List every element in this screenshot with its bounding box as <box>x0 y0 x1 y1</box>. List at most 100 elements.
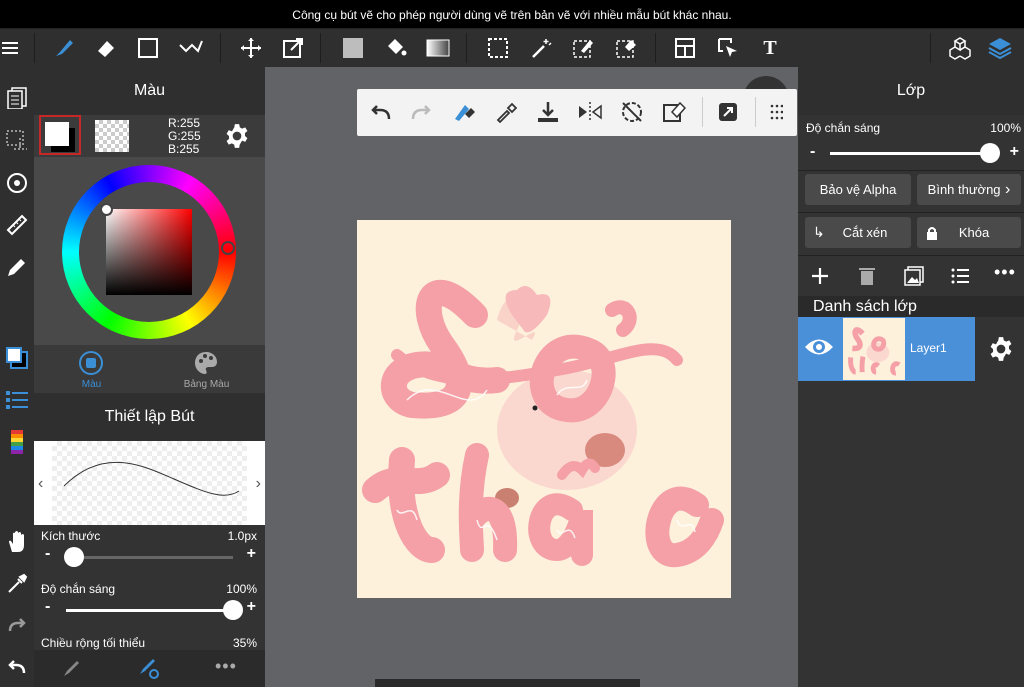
brush-size-value: 1.0px <box>227 529 257 543</box>
canvas-status-bar <box>375 679 640 687</box>
brush-opacity-plus[interactable]: + <box>247 598 256 616</box>
visibility-eye-icon[interactable] <box>804 335 834 364</box>
tooltip-banner: Công cụ bút vẽ cho phép người dùng vẽ tr… <box>0 0 1024 28</box>
layer-image-icon[interactable] <box>904 266 924 291</box>
chevron-left-icon[interactable]: ‹ <box>38 475 43 493</box>
hue-picker-handle[interactable] <box>221 241 235 255</box>
eyedropper-icon[interactable] <box>0 567 34 601</box>
select-pen-icon[interactable] <box>566 29 600 67</box>
brush-opacity-knob[interactable] <box>223 600 243 620</box>
brush-size-knob[interactable] <box>64 547 85 567</box>
brush-opacity-minus[interactable]: - <box>45 598 50 616</box>
eyedropper-float-icon[interactable] <box>489 95 523 129</box>
delete-layer-icon[interactable] <box>858 266 876 291</box>
layer-thumbnail <box>843 318 905 380</box>
correction-tool-icon[interactable] <box>174 29 208 67</box>
secondary-color-swatch[interactable] <box>95 120 129 152</box>
brush-size-minus[interactable]: - <box>45 545 50 563</box>
tab-color-label: Màu <box>81 379 102 390</box>
layer-opacity-knob[interactable] <box>980 143 1000 163</box>
layer-opacity-label: Độ chắn sáng <box>806 121 881 135</box>
chevron-right-icon: › <box>1000 181 1011 198</box>
clipping-arrow-icon: ↳ <box>813 224 825 240</box>
pen-tool-icon[interactable] <box>47 29 81 67</box>
brush-list-icon[interactable] <box>0 383 34 417</box>
color-tab-icon <box>79 351 103 375</box>
rect-shape-tool-icon[interactable] <box>131 29 165 67</box>
add-layer-icon[interactable] <box>810 266 830 291</box>
color-swatches: R:255 G:255 B:255 <box>34 115 265 157</box>
brush-opacity-slider[interactable]: Độ chắn sáng 100% - + <box>34 578 265 630</box>
3d-material-icon[interactable] <box>943 29 977 67</box>
saturation-square[interactable] <box>106 209 192 295</box>
layer-more-icon[interactable]: ••• <box>994 262 1016 283</box>
tab-palette[interactable]: Bảng Màu <box>149 345 264 393</box>
bucket-tool-icon[interactable] <box>379 29 413 67</box>
artboard[interactable] <box>357 220 731 598</box>
hand-tool-icon[interactable] <box>0 525 34 559</box>
gradient-tool-icon[interactable] <box>421 29 455 67</box>
layer-row[interactable]: Layer1 <box>798 317 975 381</box>
fill-color-icon[interactable] <box>336 29 370 67</box>
blend-mode-select[interactable]: Bình thường › <box>917 174 1021 205</box>
rotate-canvas-icon[interactable] <box>0 166 34 200</box>
min-width-row[interactable]: Chiều rộng tối thiểu 35% <box>34 633 265 650</box>
fullscreen-icon[interactable] <box>711 95 745 129</box>
layer-actions: ••• <box>798 260 1024 296</box>
move-tool-icon[interactable] <box>234 29 268 67</box>
reset-rotation-icon[interactable] <box>615 95 649 129</box>
brush-opacity-label: Độ chắn sáng <box>41 582 116 596</box>
redo-float-icon[interactable] <box>405 95 439 129</box>
operation-tool-icon[interactable] <box>711 29 745 67</box>
layer-opacity-minus[interactable]: - <box>810 143 815 161</box>
left-sidebar <box>0 67 34 687</box>
undo-float-icon[interactable] <box>363 95 397 129</box>
alpha-protect-button[interactable]: Bảo vệ Alpha <box>805 174 911 205</box>
magic-wand-icon[interactable] <box>524 29 558 67</box>
brush-settings-tab-icon[interactable] <box>138 658 160 685</box>
brush-size-slider[interactable]: Kích thước 1.0px - + <box>34 525 265 577</box>
artwork-letter-s <box>380 279 510 419</box>
more-options-icon[interactable]: ••• <box>215 656 237 677</box>
clear-layer-icon[interactable] <box>657 95 691 129</box>
text-tool-icon[interactable]: T <box>753 29 787 67</box>
brush-tab-icon[interactable] <box>62 658 82 683</box>
layer-settings-gear-icon[interactable] <box>988 336 1014 367</box>
color-settings-gear-icon[interactable] <box>224 123 250 154</box>
clipping-button[interactable]: ↳ Cắt xén <box>805 217 911 248</box>
ruler-icon[interactable] <box>0 208 34 242</box>
layer-opacity-plus[interactable]: + <box>1010 143 1019 161</box>
layer-opacity-slider[interactable]: Độ chắn sáng 100% - + <box>798 115 1024 170</box>
color-panel-title: Màu <box>34 67 265 115</box>
chevron-right-icon[interactable]: › <box>256 475 261 493</box>
grip-dots-icon[interactable] <box>759 95 793 129</box>
flip-horizontal-icon[interactable] <box>573 95 607 129</box>
redo-icon[interactable] <box>0 609 34 643</box>
color-panel: Màu R:255 G:255 B:255 Màu Bảng Màu Thiết… <box>34 67 265 687</box>
lock-button[interactable]: Khóa <box>917 217 1021 248</box>
layer-list-icon[interactable] <box>950 266 970 291</box>
edit-pen-icon[interactable] <box>0 250 34 284</box>
primary-color-swatch[interactable] <box>39 115 81 155</box>
undo-icon[interactable] <box>0 651 34 685</box>
frame-divider-icon[interactable] <box>668 29 702 67</box>
materials-icon[interactable] <box>0 81 34 115</box>
palette-icon <box>195 352 217 374</box>
menu-icon[interactable] <box>0 29 20 67</box>
select-tool-icon[interactable] <box>481 29 515 67</box>
min-width-value: 35% <box>232 636 257 650</box>
select-eraser-icon[interactable] <box>609 29 643 67</box>
layer-panel-title: Lớp <box>798 67 1024 115</box>
color-swatch-toggle-icon[interactable] <box>0 341 34 375</box>
tab-color[interactable]: Màu <box>34 345 149 393</box>
transform-tool-icon[interactable] <box>276 29 310 67</box>
layers-toggle-icon[interactable] <box>983 29 1017 67</box>
color-picker-handle[interactable] <box>100 203 113 216</box>
brush-size-plus[interactable]: + <box>247 545 256 563</box>
eraser-tool-icon[interactable] <box>89 29 123 67</box>
pen-eraser-switch-icon[interactable] <box>447 95 481 129</box>
palette-bar-icon[interactable] <box>0 425 34 459</box>
selection-layer-icon[interactable] <box>0 123 34 157</box>
brush-size-label: Kích thước <box>41 529 101 543</box>
save-download-icon[interactable] <box>531 95 565 129</box>
